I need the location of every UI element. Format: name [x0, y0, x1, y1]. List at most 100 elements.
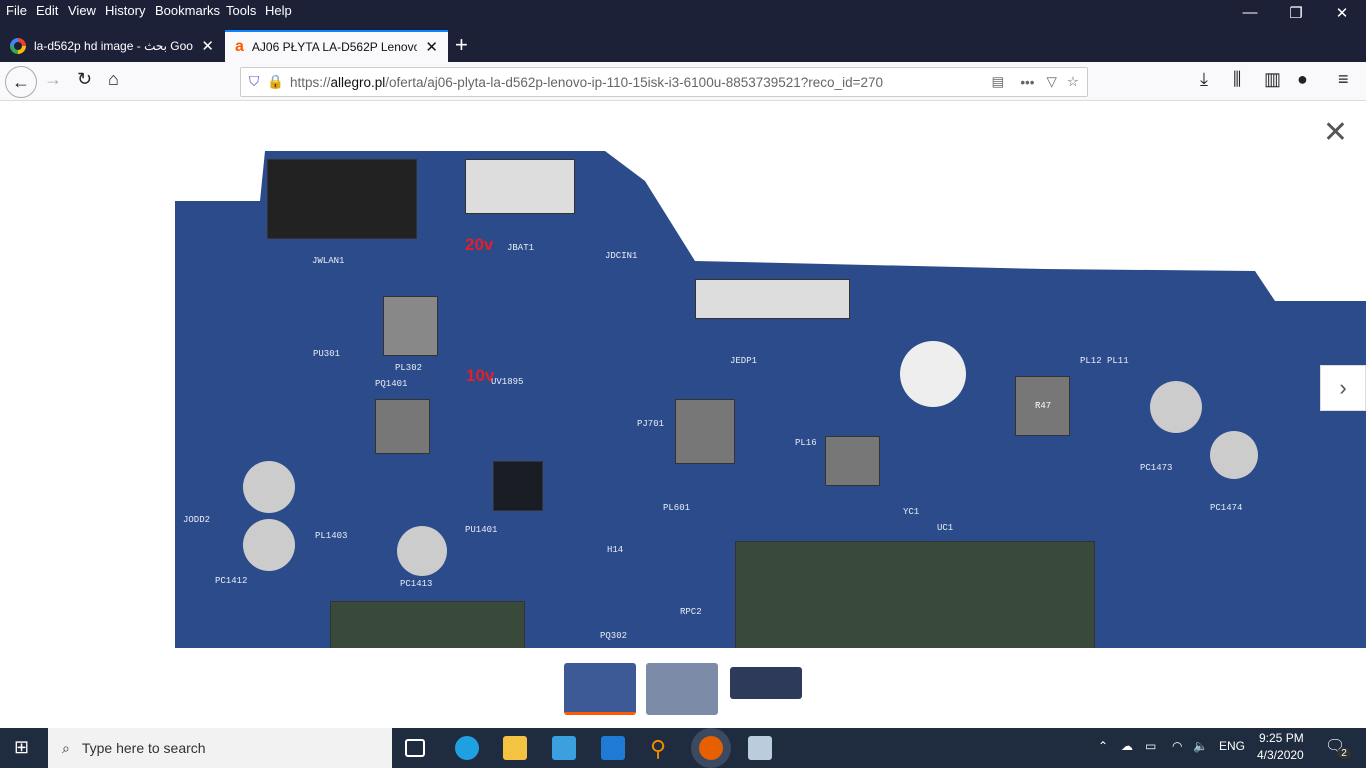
board-label: PC1473 [1140, 463, 1173, 473]
close-tab-icon[interactable]: ✕ [425, 38, 438, 56]
menu-tools[interactable]: Tools [226, 3, 256, 18]
onedrive-icon[interactable]: ☁ [1121, 739, 1133, 753]
reader-view-icon[interactable]: ▤ [992, 74, 1005, 90]
show-hidden-icons[interactable]: ⌃ [1098, 739, 1108, 753]
battery-connector [465, 159, 575, 214]
downloads-icon[interactable]: ⤓ [1200, 69, 1208, 90]
inductor [375, 399, 430, 454]
menu-history[interactable]: History [105, 3, 145, 18]
volume-icon[interactable]: 🔈 [1193, 739, 1208, 753]
menu-icon[interactable]: ≡ [1338, 69, 1349, 90]
taskbar-search[interactable]: ⌕ Type here to search [48, 728, 392, 768]
maximize-button[interactable]: ❐ [1276, 4, 1316, 22]
board-label: R47 [1035, 401, 1052, 411]
minimize-button[interactable]: — [1230, 4, 1270, 21]
nav-bar: ← → ↻ ⌂ ⛉ 🔒 https://allegro.pl/oferta/aj… [0, 62, 1366, 101]
page-actions-icon[interactable]: ••• [1020, 75, 1034, 90]
thumbnail-3[interactable] [730, 667, 802, 699]
close-tab-icon[interactable]: ✕ [201, 37, 214, 55]
board-label: PU301 [313, 349, 341, 359]
reload-button[interactable]: ↻ [77, 69, 92, 90]
search-icon: ⌕ [62, 739, 70, 756]
image-viewer: JWLAN1 JBAT1 JDCIN1 JEDP1 PU301 PL302 PQ… [0, 101, 1366, 728]
menu-bookmarks[interactable]: Bookmarks [155, 3, 220, 18]
new-tab-button[interactable]: + [455, 32, 468, 58]
tab-google[interactable]: la-d562p hd image - بحث Google ✕ [0, 30, 224, 62]
account-icon[interactable]: ● [1297, 69, 1308, 90]
capacitor [243, 519, 295, 571]
menu-view[interactable]: View [68, 3, 96, 18]
file-explorer-icon[interactable] [503, 736, 527, 760]
thumbnail-1[interactable] [564, 663, 636, 715]
inductor [825, 436, 880, 486]
forward-button[interactable]: → [44, 69, 62, 90]
cpu [735, 541, 1095, 648]
board-label: PC1474 [1210, 503, 1243, 513]
home-button[interactable]: ⌂ [108, 69, 119, 90]
board-label: PJ701 [637, 419, 665, 429]
menu-help[interactable]: Help [265, 3, 292, 18]
board-label: PQ302 [600, 631, 628, 641]
board-label: H14 [607, 545, 624, 555]
search-app-icon[interactable]: ⚲ [650, 736, 674, 761]
language-indicator[interactable]: ENG [1219, 739, 1245, 753]
edge-icon[interactable] [455, 736, 479, 760]
annotation-20v: 20v [465, 235, 494, 254]
menu-edit[interactable]: Edit [36, 3, 58, 18]
mail-icon[interactable] [601, 736, 625, 760]
search-placeholder: Type here to search [81, 740, 206, 756]
store-icon[interactable] [552, 736, 576, 760]
board-label: RPC2 [680, 607, 702, 617]
board-label: PQ1401 [375, 379, 408, 389]
next-image-button[interactable]: › [1320, 365, 1366, 411]
task-view-icon[interactable] [405, 739, 425, 757]
board-label: JWLAN1 [312, 256, 345, 266]
board-label: PU1401 [465, 525, 498, 535]
taskbar: ⊞ ⌕ Type here to search ⚲ ⌃ ☁ ▭ ◠ 🔈 ENG … [0, 728, 1366, 768]
clock-date[interactable]: 4/3/2020 [1257, 748, 1304, 762]
menu-file[interactable]: File [6, 3, 27, 18]
pocket-icon[interactable]: ▽ [1047, 74, 1057, 90]
thumbnail-2[interactable] [646, 663, 718, 715]
close-viewer-button[interactable]: ✕ [1323, 115, 1348, 150]
capacitor [243, 461, 295, 513]
lock-icon[interactable]: 🔒 [267, 74, 284, 90]
library-icon[interactable]: ⫼ [1233, 69, 1241, 90]
allegro-icon: a [235, 38, 244, 55]
ic-chip [493, 461, 543, 511]
capacitor [1150, 381, 1202, 433]
board-label: PC1412 [215, 576, 248, 586]
back-button[interactable]: ← [5, 66, 37, 98]
capacitor [1210, 431, 1258, 479]
paint-icon[interactable] [748, 736, 772, 760]
notification-count: 2 [1337, 748, 1351, 759]
motherboard-photo: JWLAN1 JBAT1 JDCIN1 JEDP1 PU301 PL302 PQ… [175, 151, 1366, 648]
board-label: YC1 [903, 507, 920, 517]
wifi-icon[interactable]: ◠ [1172, 739, 1182, 753]
board-label: PL601 [663, 503, 691, 513]
url-path: /oferta/aj06-plyta-la-d562p-lenovo-ip-11… [385, 74, 883, 90]
board-label: UV1895 [491, 377, 524, 387]
window-close-button[interactable]: ✕ [1322, 4, 1362, 22]
board-label: PL1403 [315, 531, 348, 541]
tracking-protection-icon[interactable]: ⛉ [249, 74, 259, 90]
board-label: PL302 [395, 363, 423, 373]
sidebar-icon[interactable]: ▥ [1264, 69, 1281, 90]
tab-allegro[interactable]: a AJ06 PŁYTA LA-D562P Lenovo IP ✕ [225, 30, 448, 62]
capacitor [397, 526, 447, 576]
inductor [675, 399, 735, 464]
board-label: JDCIN1 [605, 251, 638, 261]
start-button[interactable]: ⊞ [14, 737, 29, 758]
battery-icon[interactable]: ▭ [1145, 739, 1156, 753]
board-label: UC1 [937, 523, 954, 533]
annotation-10v: 10v [466, 366, 495, 385]
tab-title: AJ06 PŁYTA LA-D562P Lenovo IP [251, 40, 418, 54]
bookmark-star-icon[interactable]: ☆ [1067, 74, 1079, 90]
url-bar[interactable]: ⛉ 🔒 https://allegro.pl/oferta/aj06-plyta… [240, 67, 1088, 97]
url-domain: allegro.pl [330, 74, 386, 90]
pch [330, 601, 525, 648]
google-icon [10, 38, 26, 54]
tab-title: la-d562p hd image - بحث Google [34, 39, 193, 53]
firefox-icon[interactable] [699, 736, 723, 760]
clock-time[interactable]: 9:25 PM [1259, 731, 1304, 745]
